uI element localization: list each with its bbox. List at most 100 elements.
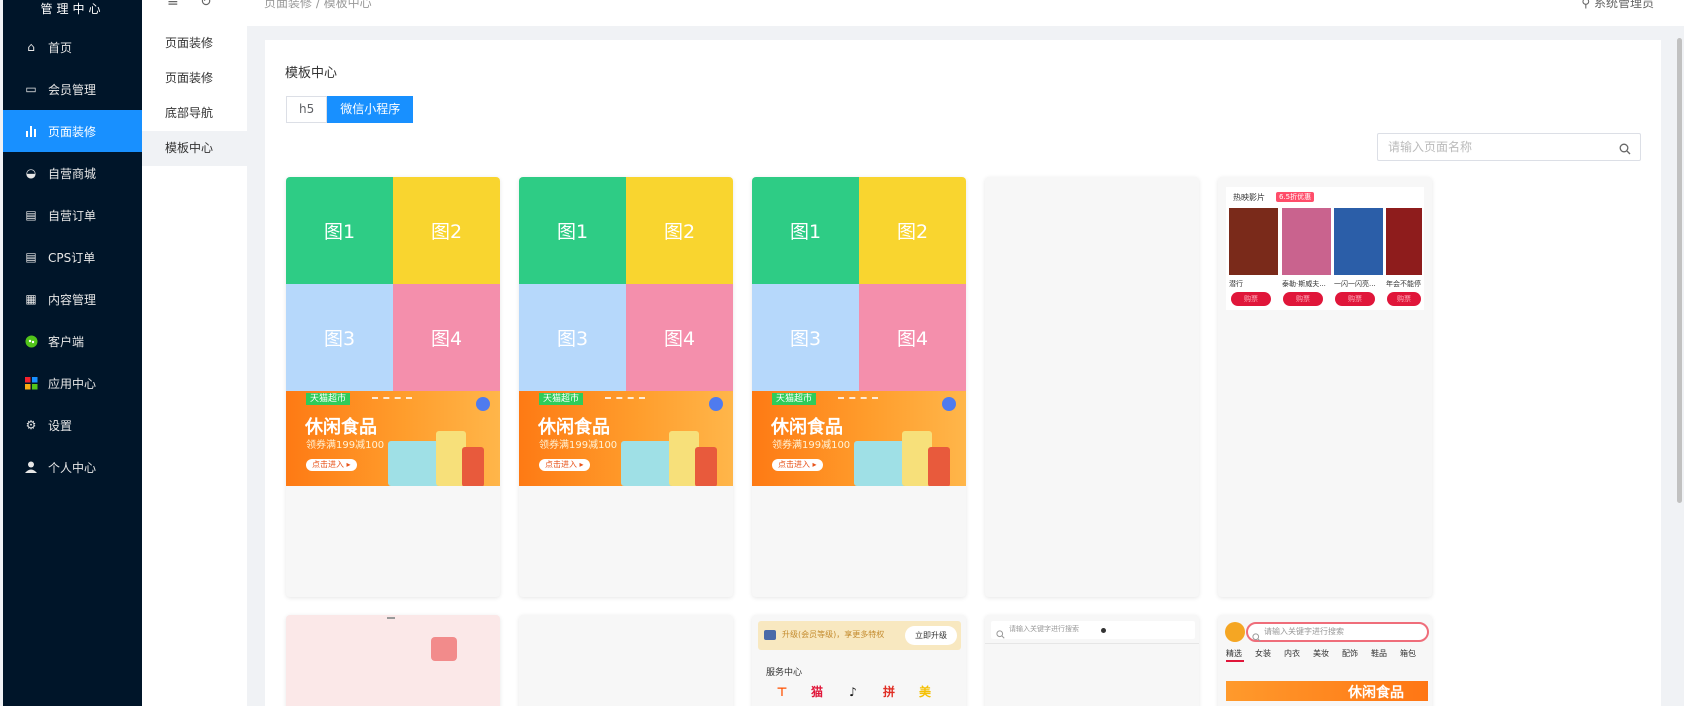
template-card-shop[interactable]: 请输入关键字进行搜索 精选 女装 内衣 美妆 配饰 鞋品 箱包 休闲食品 bbox=[1218, 615, 1432, 706]
refresh-icon[interactable]: ↻ bbox=[200, 0, 212, 10]
sidebar-item-client[interactable]: 客户端 bbox=[3, 320, 142, 362]
product-image bbox=[621, 441, 673, 486]
sidebar-item-settings[interactable]: ⚙ 设置 bbox=[3, 404, 142, 446]
product-image bbox=[388, 441, 440, 486]
upgrade-button: 立即升级 bbox=[905, 626, 957, 645]
category-tab: 鞋品 bbox=[1371, 649, 1387, 658]
document-icon: ▤ bbox=[25, 208, 37, 222]
tab-wechat-miniprogram[interactable]: 微信小程序 bbox=[327, 96, 414, 123]
sidebar-item-label: 客户端 bbox=[48, 334, 85, 349]
grid-cell: 图3 bbox=[286, 284, 393, 391]
sidebar-item-label: 会员管理 bbox=[48, 82, 97, 97]
banner-tag: 天猫超市 bbox=[539, 393, 584, 405]
sidebar: 管理中心 ⌂ 首页 ▭ 会员管理 页面装修 ◒ 自营商城 ▤ 自营订单 ▤ CP… bbox=[3, 0, 142, 706]
subnav-item-bottom-nav[interactable]: 底部导航 bbox=[142, 96, 247, 131]
brand-title: 管理中心 bbox=[40, 2, 105, 16]
movie-name: 泰勒·斯威夫... bbox=[1282, 280, 1326, 288]
template-card-search[interactable]: 请输入关键字进行搜索 bbox=[985, 615, 1199, 706]
sidebar-item-profile[interactable]: 个人中心 bbox=[3, 446, 142, 488]
category-tab: 精选 bbox=[1226, 649, 1242, 658]
product-image bbox=[854, 441, 906, 486]
subnav-item-page-decoration[interactable]: 页面装修 bbox=[142, 26, 247, 61]
banner-tag: 天猫超市 bbox=[306, 393, 351, 405]
upgrade-bar: 升级(会员等级)，享更多特权 立即升级 bbox=[758, 621, 961, 650]
breadcrumb: 页面装修 / 模板中心 bbox=[264, 0, 372, 10]
sidebar-item-members[interactable]: ▭ 会员管理 bbox=[3, 68, 142, 110]
search-input[interactable] bbox=[1378, 134, 1608, 160]
movie-name: 一闪一闪亮... bbox=[1334, 280, 1376, 288]
wechat-icon bbox=[24, 334, 38, 348]
sidebar-menu: ⌂ 首页 ▭ 会员管理 页面装修 ◒ 自营商城 ▤ 自营订单 ▤ CPS订单 ▦… bbox=[3, 26, 142, 488]
movie-poster bbox=[1386, 208, 1422, 275]
sidebar-item-cps-orders[interactable]: ▤ CPS订单 bbox=[3, 236, 142, 278]
product-image bbox=[695, 447, 717, 486]
template-card[interactable]: 图1 图2 图3 图4 天猫超市 休闲食品 领券满199减100 点击进入 ▸ bbox=[752, 177, 966, 597]
banner-button: 点击进入 ▸ bbox=[306, 459, 357, 471]
banner-subtitle: 领券满199减100 bbox=[539, 440, 618, 451]
template-card-blank[interactable] bbox=[519, 615, 733, 706]
card-icon: ▭ bbox=[25, 82, 37, 96]
grid-cell: 图1 bbox=[519, 177, 626, 284]
apps-icon bbox=[24, 376, 38, 390]
handle-indicator bbox=[387, 617, 395, 619]
sidebar-item-apps[interactable]: 应用中心 bbox=[3, 362, 142, 404]
category-tab: 内衣 bbox=[1284, 649, 1300, 658]
grid-cell: 图2 bbox=[626, 177, 733, 284]
member-icon bbox=[764, 630, 776, 640]
menu-toggle-icon[interactable]: ≡ bbox=[167, 0, 179, 10]
promo-banner: 天猫超市 休闲食品 领券满199减100 点击进入 ▸ bbox=[519, 391, 733, 486]
sidebar-item-shop[interactable]: ◒ 自营商城 bbox=[3, 152, 142, 194]
keyword-search-bar: 请输入关键字进行搜索 bbox=[991, 621, 1195, 639]
sidebar-item-label: 内容管理 bbox=[48, 292, 97, 307]
template-card-blank[interactable] bbox=[985, 177, 1199, 597]
tiktok-icon: ♪ bbox=[849, 685, 857, 699]
main-panel: 模板中心 h5 微信小程序 图1 图2 图3 图4 天猫超市 休闲食品 bbox=[265, 40, 1661, 706]
grid-cell: 图4 bbox=[393, 284, 500, 391]
banner-subtitle: 领券满199减100 bbox=[306, 440, 385, 451]
shop-icon: ◒ bbox=[25, 166, 37, 180]
template-card[interactable]: 图1 图2 图3 图4 天猫超市 休闲食品 领券满199减100 点击进入 ▸ bbox=[286, 177, 500, 597]
movie-name: 潜行 bbox=[1229, 280, 1243, 288]
image-grid: 图1 图2 图3 图4 bbox=[286, 177, 500, 391]
sidebar-item-label: CPS订单 bbox=[48, 250, 96, 265]
banner-divider bbox=[838, 397, 878, 399]
sidebar-item-label: 设置 bbox=[48, 418, 73, 433]
shop-banner: 休闲食品 bbox=[1226, 681, 1428, 701]
cursor-dot bbox=[1101, 628, 1106, 633]
sidebar-item-orders[interactable]: ▤ 自营订单 bbox=[3, 194, 142, 236]
template-card[interactable] bbox=[286, 615, 500, 706]
banner-divider bbox=[605, 397, 645, 399]
subnav-item-template-center[interactable]: 模板中心 bbox=[142, 131, 247, 166]
user-icon bbox=[24, 460, 38, 474]
sidebar-item-page-decoration[interactable]: 页面装修 bbox=[3, 110, 142, 152]
shop-logo bbox=[1225, 622, 1245, 642]
subnav-item-page-decoration-2[interactable]: 页面装修 bbox=[142, 61, 247, 96]
banner-button: 点击进入 ▸ bbox=[772, 459, 823, 471]
shop-banner-title: 休闲食品 bbox=[1348, 685, 1404, 701]
search-icon[interactable] bbox=[1619, 140, 1631, 159]
template-card[interactable]: 图1 图2 图3 图4 天猫超市 休闲食品 领券满199减100 点击进入 ▸ bbox=[519, 177, 733, 597]
sidebar-item-content[interactable]: ▦ 内容管理 bbox=[3, 278, 142, 320]
category-tab: 女装 bbox=[1255, 649, 1271, 658]
product-image bbox=[928, 447, 950, 486]
bar-chart-icon bbox=[24, 124, 38, 138]
category-tab: 箱包 bbox=[1400, 649, 1416, 658]
platform-tabs: h5 微信小程序 bbox=[286, 96, 414, 123]
banner-subtitle: 领券满199减100 bbox=[772, 440, 851, 451]
template-card-movie[interactable]: 热映影片 6.5折优惠 潜行 泰勒·斯威夫... 一闪一闪亮... 年会不能停 … bbox=[1218, 177, 1432, 597]
page-title: 模板中心 bbox=[285, 66, 338, 81]
sidebar-item-home[interactable]: ⌂ 首页 bbox=[3, 26, 142, 68]
user-menu[interactable]: ⚲ 系统管理员 bbox=[1581, 0, 1654, 11]
grid-cell: 图1 bbox=[752, 177, 859, 284]
tab-h5[interactable]: h5 bbox=[286, 96, 328, 123]
grid-cell: 图4 bbox=[626, 284, 733, 391]
sidebar-item-label: 页面装修 bbox=[48, 124, 97, 139]
movie-section: 热映影片 6.5折优惠 潜行 泰勒·斯威夫... 一闪一闪亮... 年会不能停 … bbox=[1226, 187, 1424, 310]
template-card-member[interactable]: 升级(会员等级)，享更多特权 立即升级 服务中心 ⊤ 猫 ♪ 拼 美 bbox=[752, 615, 966, 706]
page-scrollbar[interactable] bbox=[1677, 38, 1682, 503]
buy-ticket-button: 购票 bbox=[1231, 292, 1271, 306]
top-header: ≡ ↻ 页面装修 / 模板中心 ⚲ 系统管理员 bbox=[142, 0, 1684, 26]
promo-banner: 天猫超市 休闲食品 领券满199减100 点击进入 ▸ bbox=[286, 391, 500, 486]
banner-button: 点击进入 ▸ bbox=[539, 459, 590, 471]
tmall-icon: 猫 bbox=[810, 685, 823, 699]
